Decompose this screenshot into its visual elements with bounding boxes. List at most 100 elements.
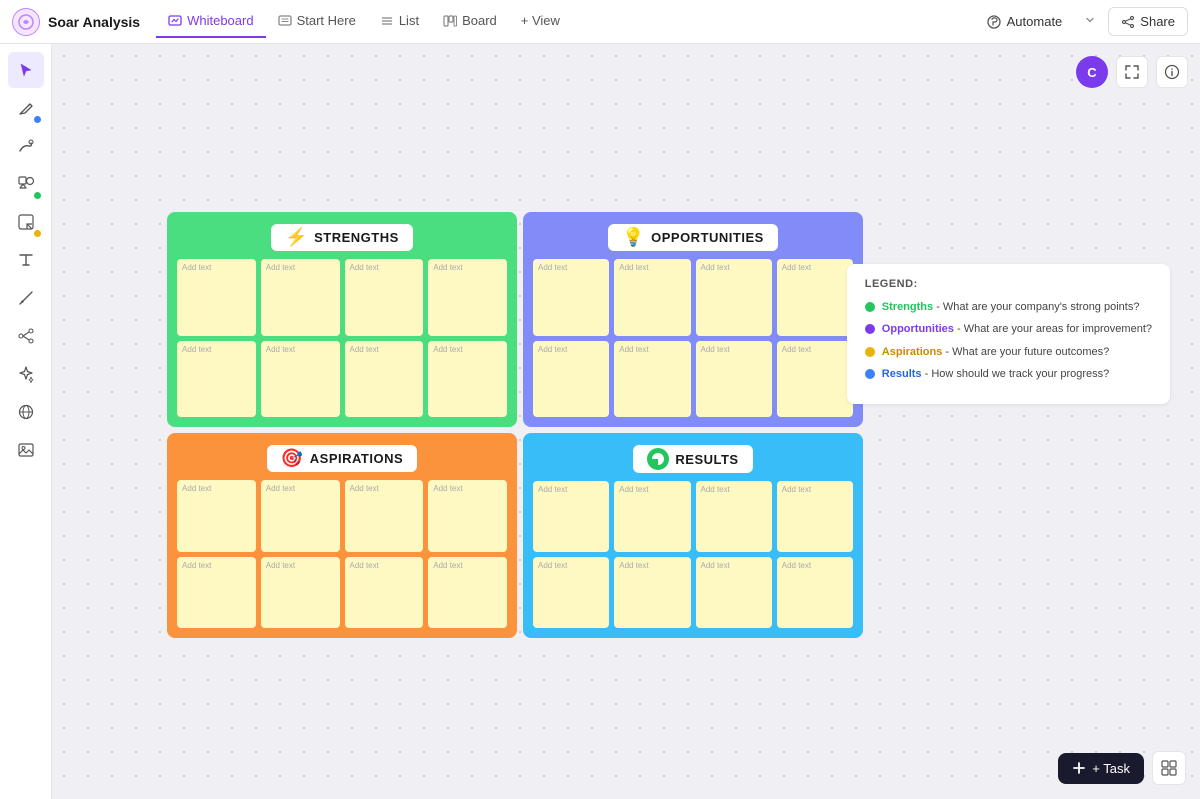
list-item[interactable]: Add text [614, 481, 690, 552]
fit-view-button[interactable] [1116, 56, 1148, 88]
list-item[interactable]: Add text [777, 557, 853, 628]
list-item[interactable]: Add text [345, 480, 424, 552]
tool-pen[interactable] [8, 90, 44, 126]
list-item[interactable]: Add text [177, 557, 256, 629]
results-title: RESULTS [675, 452, 738, 467]
app-logo [12, 8, 40, 36]
tool-text[interactable] [8, 242, 44, 278]
results-icon [647, 448, 669, 470]
tool-image[interactable] [8, 432, 44, 468]
legend-dot-opportunities [865, 324, 875, 334]
legend-item-opportunities: Opportunities - What are your areas for … [865, 322, 1152, 337]
list-item[interactable]: Add text [696, 557, 772, 628]
draw-icon [17, 137, 35, 155]
quadrant-results: RESULTS Add text Add text Add text Add t… [523, 433, 863, 638]
tool-shapes[interactable] [8, 166, 44, 202]
list-item[interactable]: Add text [177, 341, 256, 418]
legend-item-strengths: Strengths - What are your company's stro… [865, 300, 1152, 315]
list-item[interactable]: Add text [345, 341, 424, 418]
user-avatar[interactable]: C [1076, 56, 1108, 88]
tool-line[interactable] [8, 280, 44, 316]
automate-button[interactable]: Automate [976, 8, 1073, 36]
list-item[interactable]: Add text [614, 259, 690, 336]
fit-view-icon [1124, 64, 1140, 80]
share-button[interactable]: Share [1108, 7, 1188, 36]
list-item[interactable]: Add text [428, 341, 507, 418]
grid-toggle-icon [1161, 760, 1177, 776]
aspirations-title: ASPIRATIONS [310, 451, 403, 466]
sticky-icon [17, 213, 35, 231]
tab-view[interactable]: + View [509, 5, 572, 38]
legend-item-results: Results - How should we track your progr… [865, 367, 1152, 382]
strengths-title: STRENGTHS [314, 230, 399, 245]
tool-sticky[interactable] [8, 204, 44, 240]
left-sidebar [0, 44, 52, 799]
list-item[interactable]: Add text [533, 259, 609, 336]
list-item[interactable]: Add text [696, 481, 772, 552]
list-item[interactable]: Add text [177, 480, 256, 552]
start-here-icon [278, 14, 292, 28]
list-item[interactable]: Add text [261, 557, 340, 629]
share-icon [1121, 15, 1135, 29]
project-title: Soar Analysis [48, 14, 140, 30]
add-task-button[interactable]: + Task [1058, 753, 1144, 784]
aspirations-notes: Add text Add text Add text Add text Add … [177, 480, 507, 628]
tab-whiteboard[interactable]: Whiteboard [156, 5, 265, 38]
cursor-icon [17, 61, 35, 79]
whiteboard-canvas[interactable]: C ⚡ STRENGTHS Add text Add text Add text… [52, 44, 1200, 799]
legend-desc-opportunities: - What are your areas for improvement? [957, 323, 1152, 335]
info-button[interactable] [1156, 56, 1188, 88]
bottom-right-actions: + Task [1058, 751, 1186, 785]
list-item[interactable]: Add text [428, 259, 507, 336]
list-item[interactable]: Add text [428, 557, 507, 629]
automate-chevron[interactable] [1080, 9, 1100, 35]
tab-start-here[interactable]: Start Here [266, 5, 368, 38]
list-item[interactable]: Add text [261, 480, 340, 552]
legend-dot-aspirations [865, 347, 875, 357]
grid-view-toggle[interactable] [1152, 751, 1186, 785]
tab-list[interactable]: List [368, 5, 431, 38]
nav-right: Automate Share [976, 7, 1188, 36]
legend-label-aspirations: Aspirations [882, 346, 943, 358]
globe-icon [17, 403, 35, 421]
list-item[interactable]: Add text [696, 259, 772, 336]
list-item[interactable]: Add text [777, 341, 853, 418]
tool-globe[interactable] [8, 394, 44, 430]
tab-board[interactable]: Board [431, 5, 509, 38]
tool-connections[interactable] [8, 318, 44, 354]
list-item[interactable]: Add text [614, 557, 690, 628]
list-item[interactable]: Add text [533, 557, 609, 628]
list-item[interactable]: Add text [428, 480, 507, 552]
legend-label-opportunities: Opportunities [882, 323, 954, 335]
list-item[interactable]: Add text [533, 481, 609, 552]
legend-title: LEGEND: [865, 278, 1152, 290]
list-item[interactable]: Add text [777, 259, 853, 336]
list-item[interactable]: Add text [261, 259, 340, 336]
line-icon [17, 289, 35, 307]
list-item[interactable]: Add text [261, 341, 340, 418]
list-icon [380, 14, 394, 28]
list-item[interactable]: Add text [177, 259, 256, 336]
tool-magic[interactable] [8, 356, 44, 392]
list-item[interactable]: Add text [777, 481, 853, 552]
results-notes: Add text Add text Add text Add text Add … [533, 481, 853, 628]
board-icon [443, 14, 457, 28]
list-item[interactable]: Add text [614, 341, 690, 418]
quadrant-strengths: ⚡ STRENGTHS Add text Add text Add text A… [167, 212, 517, 427]
list-item[interactable]: Add text [345, 259, 424, 336]
legend-desc-aspirations: - What are your future outcomes? [945, 346, 1109, 358]
canvas-controls: C [1076, 56, 1188, 88]
strengths-title-box: ⚡ STRENGTHS [271, 224, 413, 251]
legend-dot-results [865, 369, 875, 379]
quadrant-opportunities: 💡 OPPORTUNITIES Add text Add text Add te… [523, 212, 863, 427]
tool-draw[interactable] [8, 128, 44, 164]
soar-grid: ⚡ STRENGTHS Add text Add text Add text A… [167, 212, 863, 638]
shapes-dot [34, 192, 41, 199]
list-item[interactable]: Add text [345, 557, 424, 629]
legend-label-results: Results [882, 368, 922, 380]
list-item[interactable]: Add text [696, 341, 772, 418]
list-item[interactable]: Add text [533, 341, 609, 418]
strengths-notes: Add text Add text Add text Add text Add … [177, 259, 507, 417]
tool-cursor[interactable] [8, 52, 44, 88]
aspirations-header: 🎯 ASPIRATIONS [177, 445, 507, 472]
